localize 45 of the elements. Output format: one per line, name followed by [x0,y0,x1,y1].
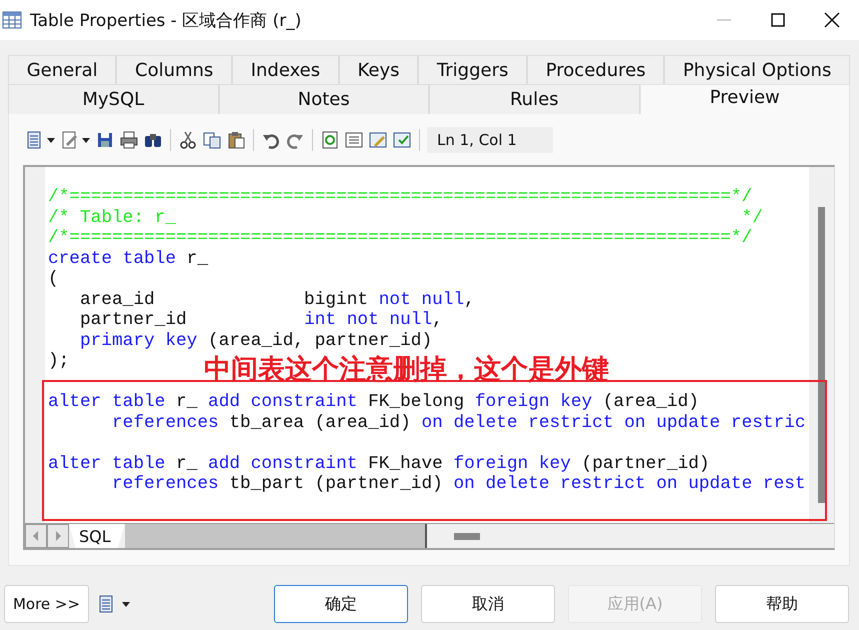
code-line: references tb_part (partner_id) on delete restrict on update rest [110,474,806,494]
code-editor[interactable] [44,167,810,523]
dialog-button[interactable]: 取消 [421,585,555,623]
cut-icon[interactable] [178,130,198,150]
code-line: partner_id int not null, [78,310,443,330]
save-icon[interactable] [95,130,115,150]
annotation-text: 中间表这个注意删掉，这个是外键 [204,353,609,387]
tab[interactable]: Indexes [232,55,339,84]
tab[interactable]: Preview [640,84,850,114]
tab[interactable]: Keys [338,55,418,84]
sheet-tab[interactable]: SQL [69,524,125,548]
code-line: ( [48,269,59,290]
code-line: alter table r_ add constraint FK_belong foreign key (area_id) [48,392,699,412]
window-title: Table Properties - 区域合作商 (r_) [30,10,302,32]
code-line: /*==============================================================*/ [48,187,752,208]
code-line: area_id bigint not null, [78,290,475,310]
tab[interactable]: Physical Options [664,55,850,84]
maximize-icon[interactable] [769,11,787,29]
close-icon[interactable] [823,11,841,29]
code-line: create table r_ [48,248,208,269]
code-line: ); [48,351,70,372]
check-icon[interactable] [392,130,412,150]
tab[interactable]: Columns [116,55,232,84]
cursor-position: Ln 1, Col 1 [427,127,553,153]
tab[interactable]: Rules [429,84,640,114]
edit-icon[interactable] [60,130,80,150]
code-line: references tb_area (area_id) on delete restrict on update restric [110,412,806,433]
dialog-button[interactable]: 帮助 [715,585,849,623]
code-line: primary key (area_id, partner_id) [78,330,432,351]
document-icon[interactable] [344,130,364,150]
refresh-icon[interactable] [320,130,340,150]
copy-icon[interactable] [202,130,222,150]
more-button[interactable]: More >> [4,585,89,623]
code-line: /*==============================================================*/ [48,228,752,248]
dialog-button[interactable]: 确定 [274,585,408,623]
tab[interactable]: General [8,55,116,84]
form-edit-icon[interactable] [368,130,388,150]
tab[interactable]: Triggers [418,55,528,84]
tab[interactable]: MySQL [8,84,218,114]
tab[interactable]: Notes [218,84,429,114]
tab[interactable]: Procedures [527,55,664,84]
paste-icon[interactable] [226,130,246,150]
print-icon[interactable] [119,130,139,150]
code-line: alter table r_ add constraint FK_have foreign key (partner_id) [48,454,710,474]
code-line: /* Table: r_ */ [48,208,763,228]
